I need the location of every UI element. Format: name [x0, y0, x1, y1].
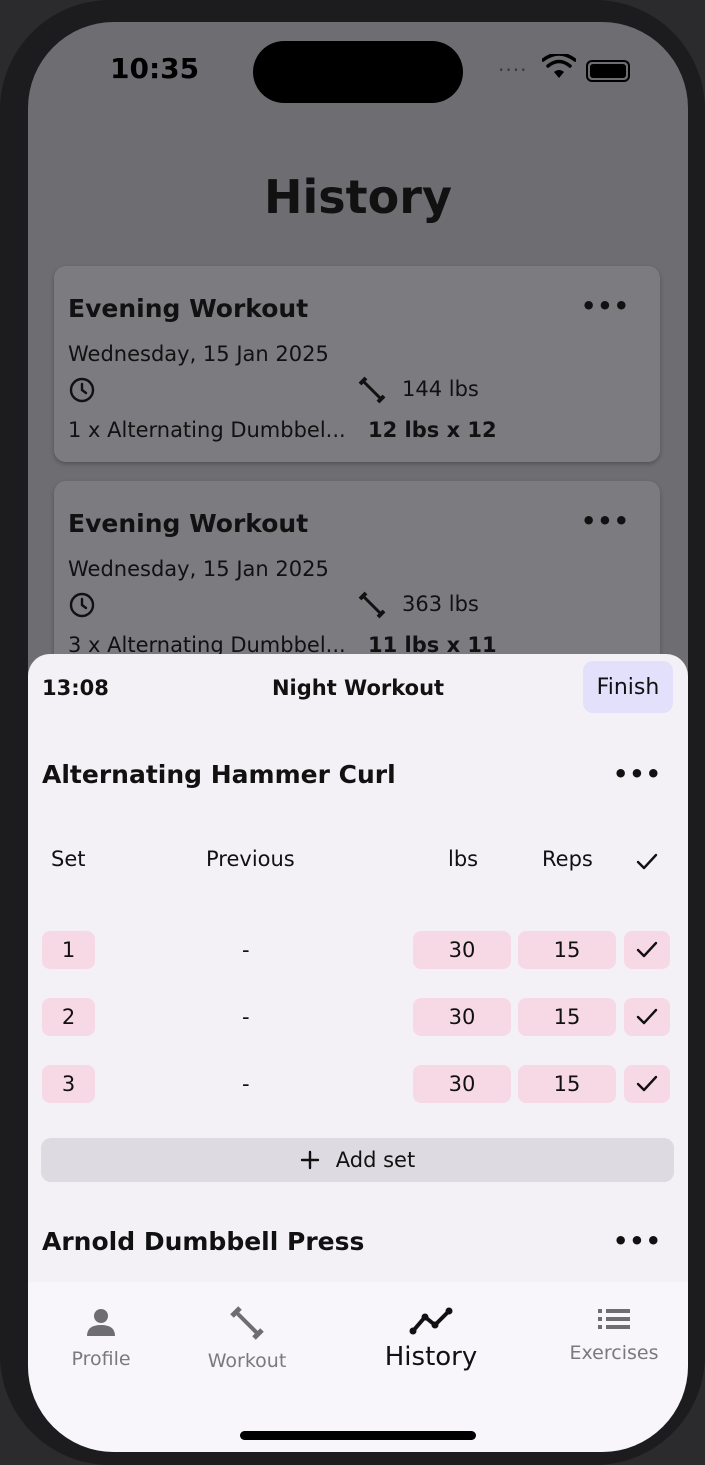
dumbbell-icon	[230, 1306, 264, 1340]
tab-workout[interactable]: Workout	[177, 1296, 317, 1372]
screen: 10:35 ···· History Evening Workout ••• W…	[28, 22, 688, 1452]
column-header-reps: Reps	[542, 847, 593, 871]
history-card[interactable]: Evening Workout ••• Wednesday, 15 Jan 20…	[54, 266, 660, 462]
exercise-title[interactable]: Arnold Dumbbell Press	[42, 1227, 364, 1256]
lbs-input[interactable]: 30	[413, 931, 511, 969]
person-icon	[87, 1309, 115, 1336]
add-set-label: Add set	[335, 1148, 416, 1172]
more-icon[interactable]: •••	[581, 292, 630, 320]
tab-label: Exercises	[569, 1342, 659, 1364]
card-date: Wednesday, 15 Jan 2025	[68, 342, 329, 366]
check-icon	[636, 1075, 658, 1092]
check-icon	[636, 941, 658, 958]
tab-exercises[interactable]: Exercises	[544, 1296, 684, 1364]
set-number[interactable]: 1	[42, 931, 95, 969]
page-title: History	[264, 170, 452, 224]
check-icon	[636, 1008, 658, 1025]
cellular-signal-icon: ····	[498, 58, 528, 82]
tab-label: Profile	[71, 1348, 131, 1370]
add-set-button[interactable]: Add set	[41, 1138, 674, 1182]
home-indicator[interactable]	[240, 1431, 476, 1440]
card-weight: 144 lbs	[402, 377, 479, 401]
status-time: 10:35	[110, 52, 200, 85]
complete-set-button[interactable]	[624, 998, 670, 1036]
tab-label: Workout	[207, 1350, 287, 1372]
exercise-title[interactable]: Alternating Hammer Curl	[42, 760, 396, 789]
active-workout-sheet[interactable]: Night Workout 13:08 Finish Alternating H…	[28, 654, 688, 1294]
lbs-input[interactable]: 30	[413, 998, 511, 1036]
tab-label: History	[384, 1342, 478, 1372]
exercise-more-icon[interactable]: •••	[613, 760, 662, 788]
dumbbell-icon	[358, 376, 386, 404]
set-number[interactable]: 2	[42, 998, 95, 1036]
list-icon	[598, 1309, 630, 1329]
card-title: Evening Workout	[68, 509, 309, 538]
exercise-more-icon[interactable]: •••	[613, 1227, 662, 1255]
card-date: Wednesday, 15 Jan 2025	[68, 557, 329, 581]
column-header-lbs: lbs	[448, 847, 479, 871]
history-card[interactable]: Evening Workout ••• Wednesday, 15 Jan 20…	[54, 481, 660, 677]
wifi-icon	[542, 54, 576, 78]
previous-value: -	[242, 938, 250, 962]
dumbbell-icon	[358, 591, 386, 619]
complete-set-button[interactable]	[624, 1065, 670, 1103]
column-header-check-icon	[636, 853, 658, 870]
phone-frame: 10:35 ···· History Evening Workout ••• W…	[0, 0, 705, 1465]
lbs-input[interactable]: 30	[413, 1065, 511, 1103]
set-number[interactable]: 3	[42, 1065, 95, 1103]
previous-value: -	[242, 1005, 250, 1029]
card-weight: 363 lbs	[402, 592, 479, 616]
card-exercise: 1 x Alternating Dumbbel...	[68, 418, 346, 442]
tab-history[interactable]: History	[361, 1296, 501, 1372]
reps-input[interactable]: 15	[518, 998, 616, 1036]
card-best-set: 12 lbs x 12	[368, 418, 497, 442]
clock-icon	[69, 592, 95, 618]
reps-input[interactable]: 15	[518, 931, 616, 969]
finish-button[interactable]: Finish	[583, 661, 673, 713]
tab-bar: Profile Workout History Exercises	[28, 1282, 688, 1452]
status-bar: 10:35 ····	[28, 22, 688, 122]
workout-timer: 13:08	[42, 676, 109, 700]
card-title: Evening Workout	[68, 294, 309, 323]
battery-icon	[586, 60, 630, 82]
column-header-previous: Previous	[206, 847, 295, 871]
clock-icon	[69, 377, 95, 403]
column-header-set: Set	[51, 847, 86, 871]
more-icon[interactable]: •••	[581, 507, 630, 535]
tab-profile[interactable]: Profile	[31, 1296, 171, 1370]
previous-value: -	[242, 1072, 250, 1096]
dynamic-island	[253, 41, 463, 103]
reps-input[interactable]: 15	[518, 1065, 616, 1103]
complete-set-button[interactable]	[624, 931, 670, 969]
plus-icon	[300, 1150, 319, 1170]
chart-line-icon	[409, 1307, 453, 1335]
